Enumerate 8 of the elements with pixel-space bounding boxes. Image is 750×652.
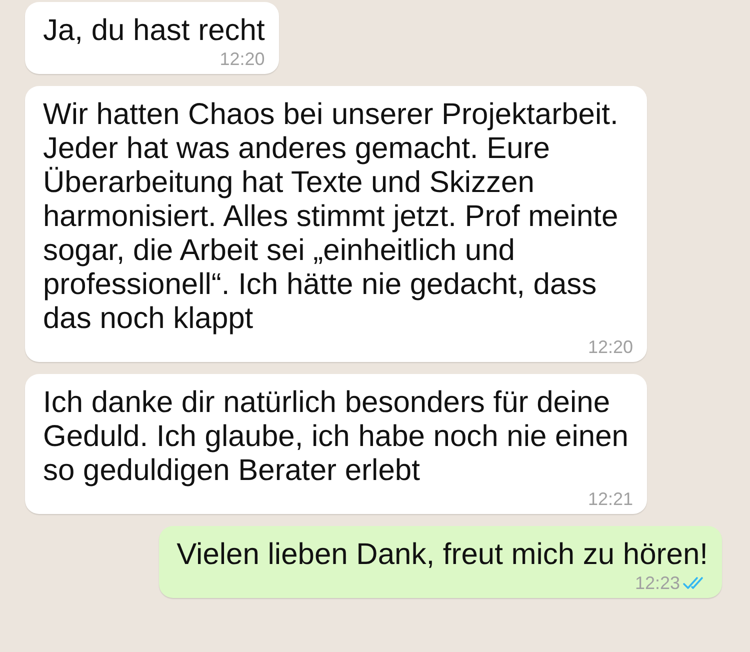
message-time: 12:20 [220,48,265,70]
message-text: Ja, du hast recht [43,14,265,48]
message-time: 12:21 [588,488,633,510]
message-text: Ich danke dir natürlich besonders für deine Geduld. Ich glaube, ich habe noch nie einen so geduldigen Berater erlebt [43,386,630,488]
message-text: Wir hatten Chaos bei unserer Projektarbeit. Jeder hat was anderes gemacht. Eure Überarbeitung hat Texte und Skizzen harmonisiert. Alles stimmt jetzt. Prof meinte sogar, die Arbeit sei „einheitlich und professionell“. Ich hätte nie gedacht, dass das noch klappt [43,98,620,336]
message-time: 12:20 [588,336,633,358]
message-time: 12:23 [634,572,680,594]
message-text: Vielen lieben Dank, freut mich zu hören! [176,538,708,572]
